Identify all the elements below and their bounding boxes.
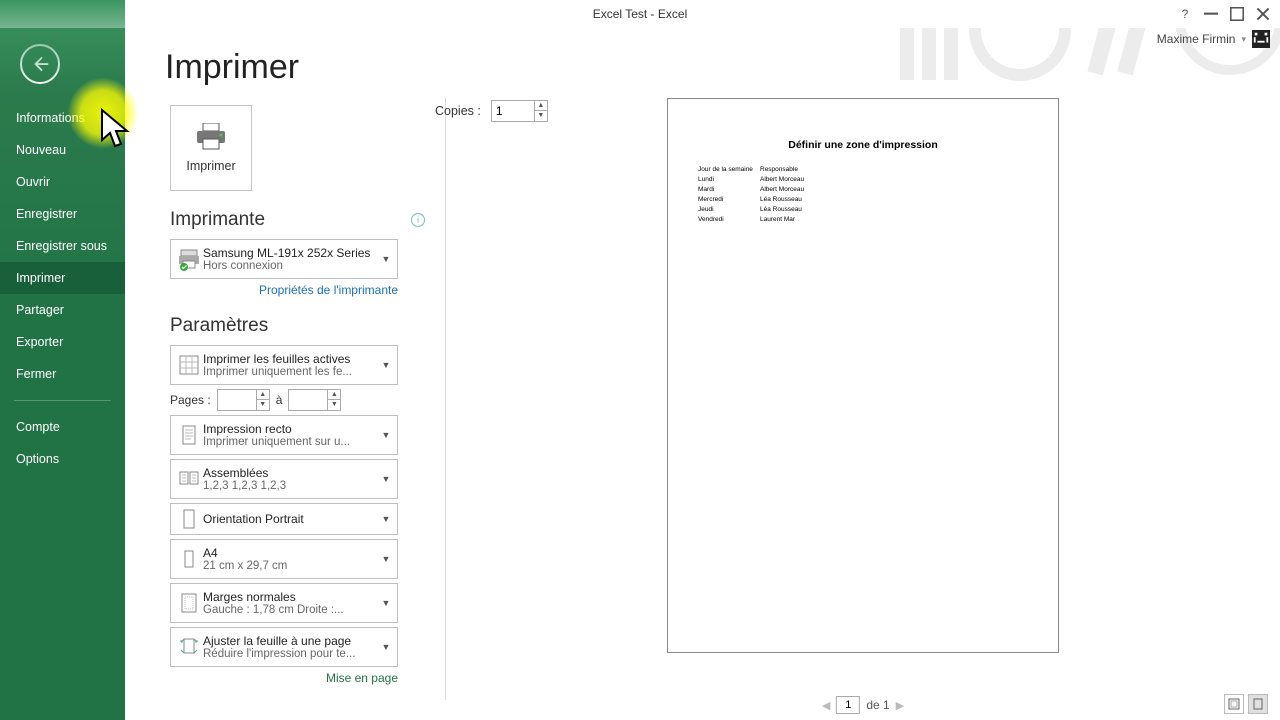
sidebar-item-ouvrir[interactable]: Ouvrir [0, 166, 125, 198]
sidebar-item-options[interactable]: Options [0, 443, 125, 475]
chevron-down-icon: ▼ [379, 598, 393, 608]
printer-selector[interactable]: Samsung ML-191x 252x Series Hors connexi… [170, 239, 398, 279]
sidebar-item-label: Informations [16, 111, 85, 125]
help-icon[interactable]: ? [1178, 7, 1192, 21]
collate-selector[interactable]: Assemblées1,2,3 1,2,3 1,2,3 ▼ [170, 459, 398, 499]
preview-table: Jour de la semaineResponsable LundiAlber… [698, 165, 1028, 225]
fit-page-icon [175, 635, 203, 659]
sidebar-item-compte[interactable]: Compte [0, 411, 125, 443]
sidebar-item-enregistrer[interactable]: Enregistrer [0, 198, 125, 230]
sidebar-item-label: Enregistrer sous [16, 239, 107, 253]
sidebar-item-label: Imprimer [16, 271, 65, 285]
print-what-selector[interactable]: Imprimer les feuilles actives Imprimer u… [170, 345, 398, 385]
print-preview: Définir une zone d'impression Jour de la… [446, 28, 1280, 720]
backstage-sidebar: Informations Nouveau Ouvrir Enregistrer … [0, 28, 125, 720]
margins-icon [175, 591, 203, 615]
print-button[interactable]: Imprimer [170, 105, 252, 191]
sheets-icon [175, 353, 203, 377]
info-icon[interactable]: i [411, 213, 425, 227]
sidebar-item-partager[interactable]: Partager [0, 294, 125, 326]
sidebar-item-enregistrer-sous[interactable]: Enregistrer sous [0, 230, 125, 262]
page-title: Imprimer [165, 48, 425, 87]
page-single-icon [175, 423, 203, 447]
paper-icon [175, 547, 203, 571]
preview-title: Définir une zone d'impression [698, 139, 1028, 151]
next-page-button[interactable]: ▶ [896, 699, 904, 712]
maximize-icon[interactable] [1230, 7, 1244, 21]
pages-to-label: à [276, 393, 283, 407]
collate-icon [175, 467, 203, 491]
show-margins-button[interactable] [1224, 694, 1244, 714]
title-bar: Excel Test - Excel ? [0, 0, 1280, 28]
chevron-down-icon: ▼ [379, 642, 393, 652]
print-button-label: Imprimer [186, 159, 235, 173]
sidebar-item-label: Fermer [16, 367, 56, 381]
printer-icon [195, 123, 227, 151]
paper-size-selector[interactable]: A421 cm x 29,7 cm ▼ [170, 539, 398, 579]
sidebar-item-imprimer[interactable]: Imprimer [0, 262, 125, 294]
prev-page-button[interactable]: ◀ [822, 699, 830, 712]
orientation-selector[interactable]: Orientation Portrait ▼ [170, 503, 398, 535]
window-title: Excel Test - Excel [593, 7, 687, 21]
pages-to-input[interactable]: ▲▼ [288, 389, 341, 411]
chevron-down-icon: ▼ [379, 514, 393, 524]
sidebar-item-label: Nouveau [16, 143, 66, 157]
sidebar-item-informations[interactable]: Informations [0, 102, 125, 134]
sidebar-item-nouveau[interactable]: Nouveau [0, 134, 125, 166]
preview-page: Définir une zone d'impression Jour de la… [667, 98, 1059, 653]
sidebar-item-exporter[interactable]: Exporter [0, 326, 125, 358]
chevron-down-icon: ▼ [379, 360, 393, 370]
chevron-down-icon: ▼ [379, 430, 393, 440]
minimize-icon[interactable] [1204, 7, 1218, 21]
printer-properties-link[interactable]: Propriétés de l'imprimante [170, 283, 398, 297]
printer-heading: Imprimante i [170, 209, 425, 231]
orientation-icon [175, 507, 203, 531]
printer-status: Hors connexion [203, 260, 379, 272]
sidebar-item-fermer[interactable]: Fermer [0, 358, 125, 390]
sidebar-item-label: Ouvrir [16, 175, 50, 189]
pages-from-input[interactable]: ▲▼ [217, 389, 270, 411]
page-navigator: ◀ de 1 ▶ [822, 696, 904, 714]
printer-status-icon [175, 247, 203, 271]
sidebar-item-label: Enregistrer [16, 207, 77, 221]
page-number-input[interactable] [836, 696, 860, 714]
chevron-down-icon: ▼ [379, 554, 393, 564]
back-button[interactable] [20, 44, 60, 84]
printer-name: Samsung ML-191x 252x Series [203, 246, 379, 260]
pages-label: Pages : [170, 393, 211, 407]
page-total: de 1 [866, 698, 889, 712]
page-setup-link[interactable]: Mise en page [170, 671, 398, 685]
sidebar-item-label: Compte [16, 420, 60, 434]
margins-selector[interactable]: Marges normalesGauche : 1,78 cm Droite :… [170, 583, 398, 623]
scaling-selector[interactable]: Ajuster la feuille à une pageRéduire l'i… [170, 627, 398, 667]
sidebar-separator [14, 400, 111, 401]
zoom-to-page-button[interactable] [1248, 694, 1268, 714]
chevron-down-icon: ▼ [379, 254, 393, 264]
duplex-selector[interactable]: Impression rectoImprimer uniquement sur … [170, 415, 398, 455]
sidebar-item-label: Partager [16, 303, 64, 317]
sidebar-item-label: Options [16, 452, 59, 466]
sidebar-item-label: Exporter [16, 335, 63, 349]
close-icon[interactable] [1256, 7, 1270, 21]
chevron-down-icon: ▼ [379, 474, 393, 484]
settings-heading: Paramètres [170, 315, 425, 337]
